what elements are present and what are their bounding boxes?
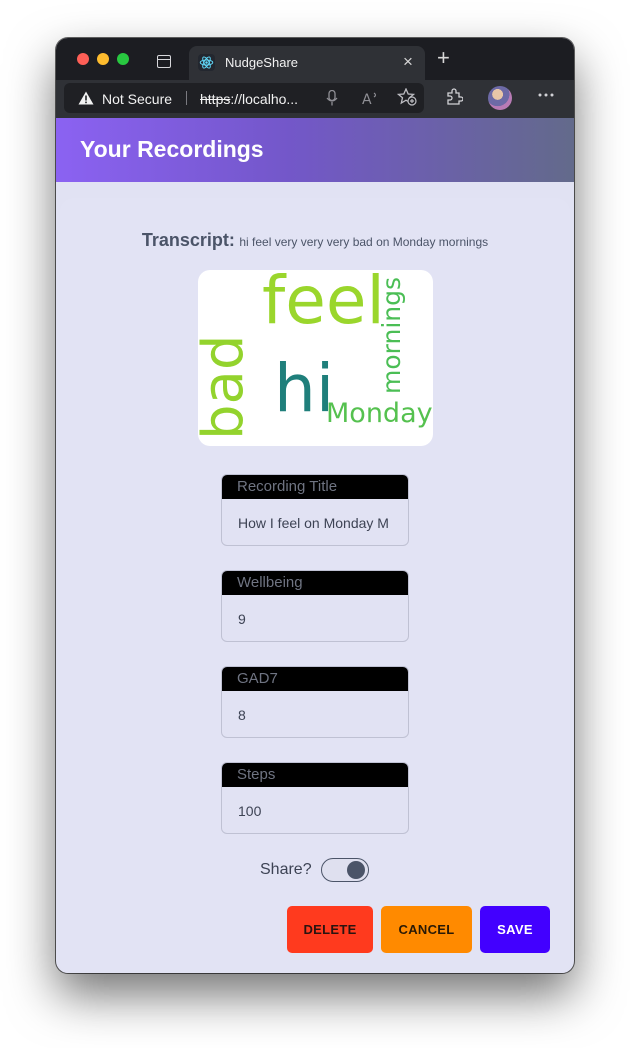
address-bar[interactable]: Not Secure https://localho... A <box>64 83 424 113</box>
read-aloud-icon[interactable]: A <box>362 90 380 109</box>
field-label: GAD7 <box>222 667 408 691</box>
share-label: Share? <box>260 861 312 878</box>
warning-icon[interactable] <box>78 91 94 110</box>
gad7-input[interactable]: 8 <box>238 707 398 723</box>
close-icon[interactable]: × <box>403 51 413 73</box>
word-monday: Monday <box>326 398 433 429</box>
react-favicon-icon <box>198 54 215 71</box>
profile-avatar[interactable] <box>488 86 512 110</box>
share-toggle[interactable] <box>321 858 369 882</box>
page-header: Your Recordings <box>56 118 574 182</box>
url-host: ://localho... <box>230 91 299 107</box>
word-feel: feel <box>262 270 385 339</box>
word-mornings: mornings <box>377 276 406 394</box>
field-label: Recording Title <box>222 475 408 499</box>
transcript-label: Transcript: <box>141 230 235 250</box>
tabs-icon[interactable] <box>157 55 171 68</box>
close-window-button[interactable] <box>77 53 89 65</box>
recording-title-field[interactable]: Recording Title How I feel on Monday M <box>221 474 409 546</box>
browser-window: NudgeShare × + Not Secure https://localh… <box>56 38 574 973</box>
omnibox-divider <box>186 91 187 105</box>
maximize-window-button[interactable] <box>117 53 129 65</box>
word-bad: bad <box>198 334 256 440</box>
wellbeing-field[interactable]: Wellbeing 9 <box>221 570 409 642</box>
tab-title: NudgeShare <box>225 55 298 70</box>
steps-input[interactable]: 100 <box>238 803 398 819</box>
microphone-icon[interactable] <box>326 89 338 109</box>
url-text[interactable]: https://localho... <box>200 91 298 107</box>
address-toolbar: Not Secure https://localho... A <box>56 80 574 118</box>
favorites-add-icon[interactable] <box>396 87 417 111</box>
save-button[interactable]: SAVE <box>480 906 550 953</box>
transcript: Transcript: hi feel very very very bad o… <box>56 230 574 251</box>
tab-nudgeshare[interactable]: NudgeShare × <box>189 46 425 80</box>
word-cloud: feel bad hi mornings Monday <box>198 270 433 446</box>
security-label[interactable]: Not Secure <box>102 91 172 107</box>
more-icon[interactable] <box>538 85 554 110</box>
page-title: Your Recordings <box>80 136 264 162</box>
tab-strip: NudgeShare × + <box>56 38 574 80</box>
plus-icon[interactable]: + <box>437 47 450 69</box>
minimize-window-button[interactable] <box>97 53 109 65</box>
gad7-field[interactable]: GAD7 8 <box>221 666 409 738</box>
wellbeing-input[interactable]: 9 <box>238 611 398 627</box>
recording-title-input[interactable]: How I feel on Monday M <box>238 515 398 531</box>
steps-field[interactable]: Steps 100 <box>221 762 409 834</box>
url-scheme: https <box>200 91 231 107</box>
cancel-button[interactable]: CANCEL <box>381 906 472 953</box>
field-label: Wellbeing <box>222 571 408 595</box>
transcript-text: hi feel very very very bad on Monday mor… <box>239 235 489 249</box>
share-toggle-knob <box>347 861 365 879</box>
delete-button[interactable]: DELETE <box>287 906 373 953</box>
extensions-icon[interactable] <box>445 88 464 109</box>
svg-text:A: A <box>362 92 372 106</box>
field-label: Steps <box>222 763 408 787</box>
